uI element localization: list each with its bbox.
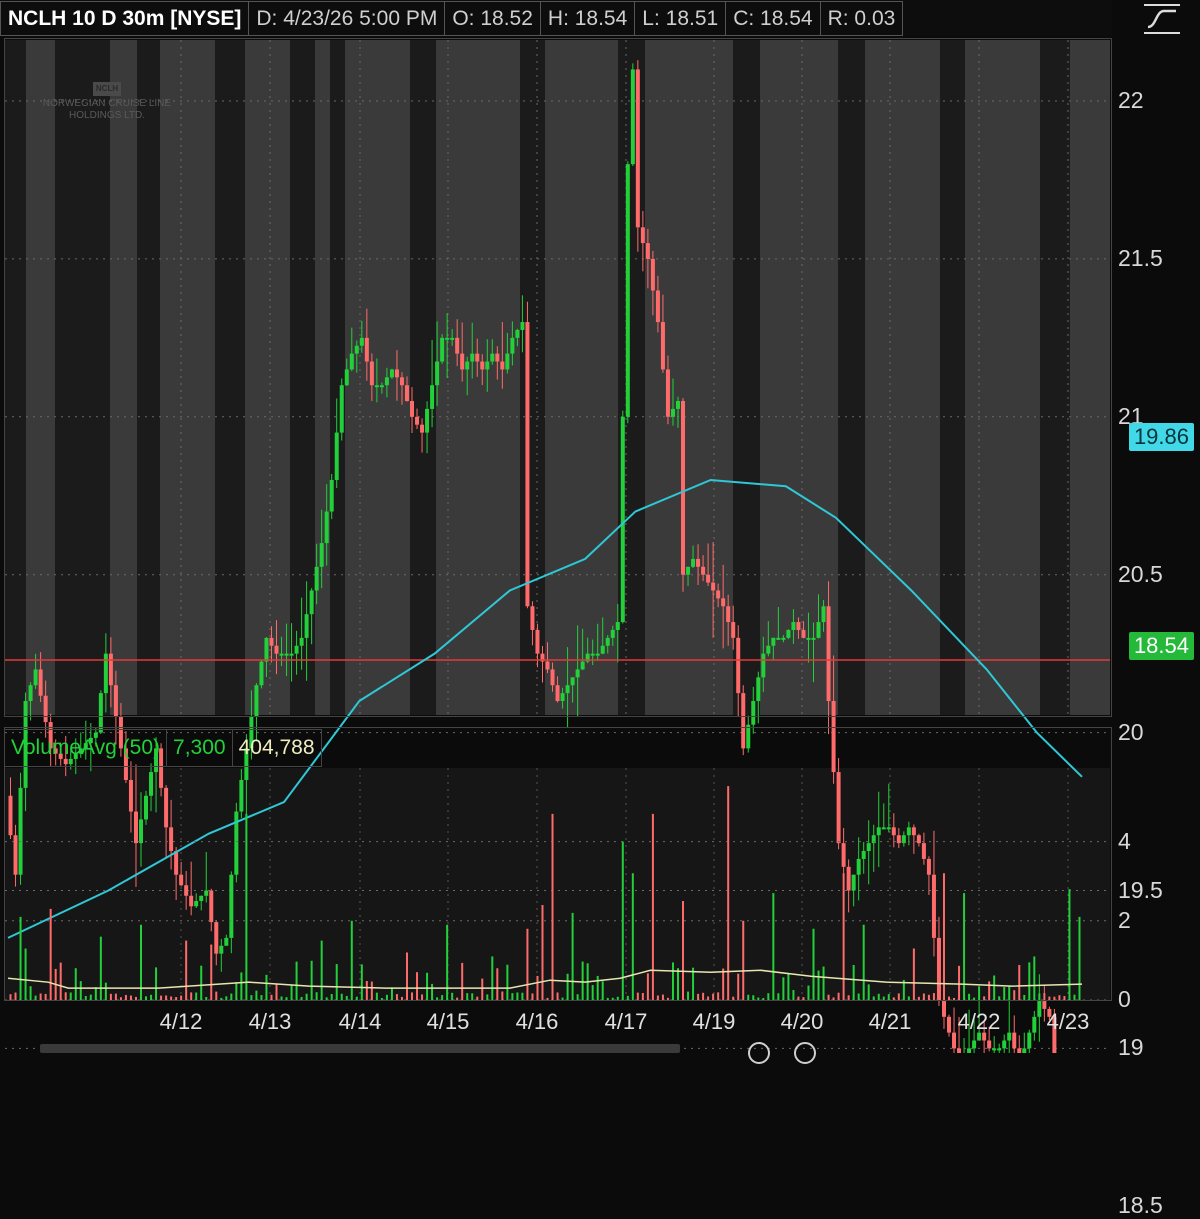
volume-axis-tick: 0 <box>1118 986 1131 1012</box>
time-axis-tick: 4/12 <box>159 1009 203 1034</box>
time-axis-tick: 4/15 <box>426 1009 470 1034</box>
zoom-out-icon[interactable] <box>748 1042 770 1064</box>
time-axis-tick: 4/22 <box>957 1009 1001 1034</box>
company-watermark: NCLH NORWEGIAN CRUISE LINE HOLDINGS LTD. <box>22 82 192 122</box>
candle-body <box>1042 1001 1047 1009</box>
chart-window: NCLH 10 D 30m [NYSE] D: 4/23/26 5:00 PM … <box>0 0 1200 1218</box>
volume-value: 7,300 <box>167 729 233 767</box>
volume-panel <box>4 727 1112 1001</box>
time-axis-tick: 4/16 <box>515 1009 559 1034</box>
price-axis-tick: 19 <box>1118 1034 1144 1061</box>
candle-body <box>1037 1001 1042 1017</box>
candle-body <box>972 1040 977 1049</box>
candle-body <box>1027 1032 1032 1049</box>
candle-body <box>957 1048 962 1053</box>
price-axis-tick: 22 <box>1118 87 1144 113</box>
moving-average-badge: 19.86 <box>1128 423 1194 451</box>
time-axis-tick: 4/21 <box>868 1009 912 1034</box>
candle-body <box>1002 1040 1007 1049</box>
candle-body <box>1017 1048 1022 1053</box>
candle-body <box>941 1001 946 1017</box>
last-price-badge: 18.54 <box>1128 632 1194 660</box>
watermark-line-2: HOLDINGS LTD. <box>69 110 145 121</box>
company-logo: NCLH <box>92 82 122 96</box>
time-axis-tick: 4/13 <box>248 1009 292 1034</box>
candle-body <box>1007 1032 1012 1041</box>
candle-body <box>987 1040 992 1049</box>
volume-axis-tick: 2 <box>1118 906 1131 933</box>
time-axis-tick: 4/14 <box>338 1009 382 1034</box>
price-axis-tick: 19.5 <box>1118 876 1163 903</box>
candle-body <box>952 1032 957 1049</box>
time-axis-tick: 4/17 <box>604 1009 648 1034</box>
candle-body <box>1022 1048 1027 1053</box>
price-axis-tick: 21.5 <box>1118 244 1163 271</box>
volume-average-value: 404,788 <box>232 729 322 767</box>
candle-body <box>992 1048 997 1051</box>
candle-body <box>947 1016 952 1033</box>
candle-body <box>967 1048 972 1053</box>
watermark-line-1: NORWEGIAN CRUISE LINE <box>42 98 172 109</box>
price-axis-tick: 18.5 <box>1118 1192 1163 1219</box>
candle-body <box>1012 1032 1017 1049</box>
volume-study-name[interactable]: VolumeAvg (50) <box>4 729 168 767</box>
time-axis-tick: 4/20 <box>780 1009 824 1034</box>
volume-legend: VolumeAvg (50) 7,300 404,788 <box>4 729 322 767</box>
price-axis-tick: 20.5 <box>1118 560 1163 587</box>
price-axis-tick: 20 <box>1118 718 1144 745</box>
candle-body <box>1032 1016 1037 1033</box>
volume-axis-tick: 4 <box>1118 827 1131 854</box>
zoom-in-icon[interactable] <box>794 1042 816 1064</box>
candle-body <box>997 1048 1002 1051</box>
horizontal-scrollbar[interactable] <box>40 1044 680 1053</box>
time-axis-tick: 4/19 <box>692 1009 736 1034</box>
time-axis-tick: 4/23 <box>1046 1009 1090 1034</box>
price-panel <box>4 38 1112 717</box>
